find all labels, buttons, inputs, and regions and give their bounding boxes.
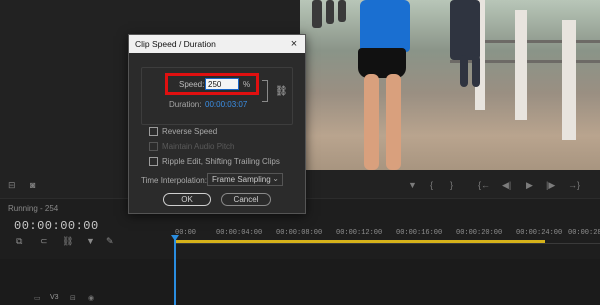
- reverse-speed-checkbox[interactable]: [149, 127, 158, 136]
- reverse-speed-label: Reverse Speed: [162, 127, 218, 136]
- duration-label: Duration:: [169, 100, 202, 109]
- program-monitor-video: [300, 0, 600, 170]
- playhead[interactable]: [174, 235, 176, 305]
- time-interpolation-value: Frame Sampling: [212, 175, 271, 184]
- eye-icon[interactable]: ◉: [88, 294, 94, 302]
- ruler-label: 00:00:04:00: [216, 229, 263, 237]
- sequence-tab[interactable]: Running - 254: [8, 204, 58, 213]
- sequence-timecode[interactable]: 00:00:00:00: [14, 219, 99, 233]
- time-interpolation-select[interactable]: Frame Sampling ⌄: [207, 173, 283, 186]
- insert-icon[interactable]: ⊟: [8, 180, 16, 190]
- ruler-baseline: [175, 243, 600, 244]
- walking-person-leg: [460, 55, 468, 87]
- railing-post: [562, 20, 576, 140]
- track-label-v3[interactable]: V3: [50, 294, 59, 301]
- program-transport-bar: ▼ { } {← ◀| ▶ |▶ →}: [300, 170, 600, 198]
- linked-selection-icon[interactable]: ⛓: [62, 236, 73, 247]
- mark-in-icon[interactable]: {: [430, 180, 433, 190]
- background-person: [326, 0, 334, 24]
- ruler-label: 00:00:20:00: [456, 229, 503, 237]
- play-icon[interactable]: ▶: [526, 180, 533, 190]
- duration-value[interactable]: 00:00:03:07: [205, 100, 247, 109]
- runner-leg: [386, 74, 401, 170]
- camera-icon[interactable]: ◙: [30, 180, 35, 190]
- chevron-down-icon: ⌄: [272, 174, 279, 183]
- speed-label: Speed:: [179, 80, 205, 89]
- go-to-in-icon[interactable]: {←: [478, 180, 490, 190]
- dialog-titlebar[interactable]: Clip Speed / Duration ×: [129, 35, 305, 53]
- runner-shorts: [358, 48, 406, 78]
- speed-unit: %: [243, 80, 251, 89]
- background-person: [312, 0, 322, 28]
- ruler-label: 00:00:24:00: [516, 229, 563, 237]
- step-forward-icon[interactable]: |▶: [546, 180, 555, 190]
- go-to-out-icon[interactable]: →}: [568, 180, 580, 190]
- ripple-edit-checkbox[interactable]: [149, 157, 158, 166]
- wrench-icon[interactable]: ✎: [106, 236, 114, 247]
- step-back-icon[interactable]: ◀|: [502, 180, 511, 190]
- maintain-pitch-checkbox: [149, 142, 158, 151]
- speed-input[interactable]: 250: [205, 78, 239, 90]
- lock-icon[interactable]: ⊟: [70, 294, 76, 302]
- timeline-panel: Running - 254 00:00:00:00 ⧉ ⊂ ⛓ ▼ ✎ 00:0…: [0, 198, 600, 305]
- walking-person: [450, 0, 480, 60]
- add-marker-icon[interactable]: ▼: [86, 236, 95, 246]
- ruler-label: 00:00:16:00: [396, 229, 443, 237]
- marker-icon[interactable]: ▼: [408, 180, 417, 190]
- ruler-label: 00:00:12:00: [336, 229, 383, 237]
- ripple-edit-label: Ripple Edit, Shifting Trailing Clips: [162, 157, 280, 166]
- ok-button[interactable]: OK: [163, 193, 211, 206]
- dialog-title: Clip Speed / Duration: [135, 39, 216, 49]
- runner-shirt: [360, 0, 410, 52]
- clip-speed-duration-dialog: Clip Speed / Duration × Speed: 250 % Dur…: [128, 34, 306, 214]
- work-area-bar[interactable]: [175, 240, 545, 243]
- ruler-label: 00:00:28: [568, 229, 600, 237]
- mark-out-icon[interactable]: }: [450, 180, 453, 190]
- snap-icon[interactable]: ⊂: [40, 236, 48, 247]
- background-person: [338, 0, 346, 22]
- ruler-label: 00:00:08:00: [276, 229, 323, 237]
- track-output-icon[interactable]: ▭: [34, 294, 41, 302]
- runner-leg: [364, 74, 379, 170]
- time-interpolation-label: Time Interpolation:: [141, 176, 207, 185]
- nest-icon[interactable]: ⧉: [16, 236, 22, 247]
- chain-link-icon[interactable]: ⛓: [275, 86, 288, 97]
- cancel-button[interactable]: Cancel: [221, 193, 271, 206]
- walking-person-leg: [472, 55, 480, 87]
- maintain-pitch-label: Maintain Audio Pitch: [162, 142, 235, 151]
- railing-post: [515, 10, 527, 120]
- close-icon[interactable]: ×: [287, 37, 301, 51]
- link-bracket: [262, 80, 268, 102]
